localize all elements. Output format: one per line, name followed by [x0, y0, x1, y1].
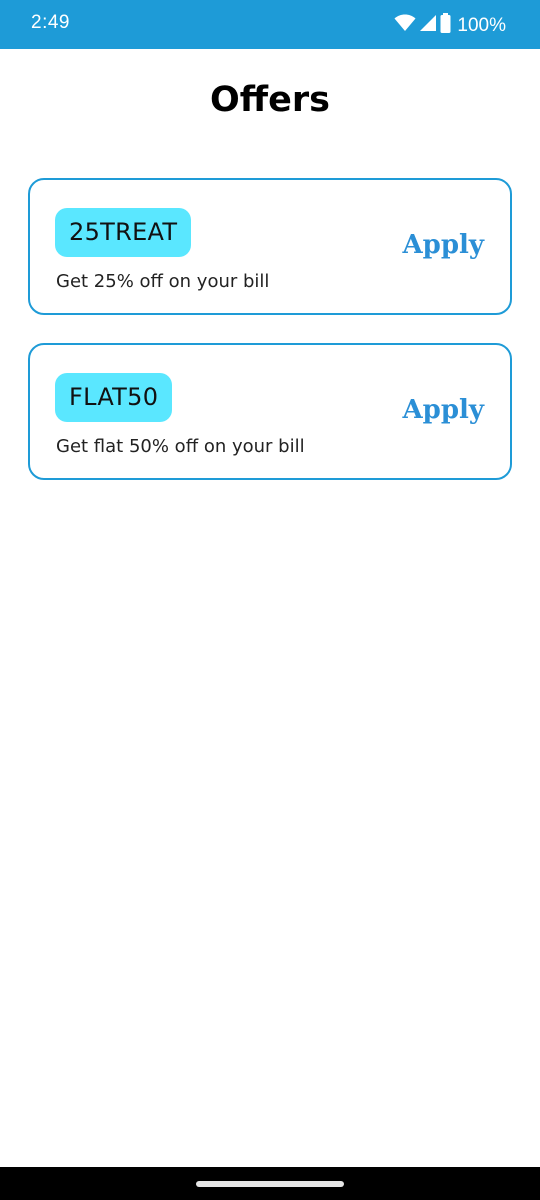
- offer-description: Get flat 50% off on your bill: [56, 436, 305, 457]
- offer-code-badge: FLAT50: [55, 373, 173, 422]
- signal-icon: [419, 14, 437, 37]
- page-title: Offers: [210, 80, 330, 120]
- battery-icon: [440, 13, 451, 38]
- offer-code-badge: 25TREAT: [55, 208, 192, 257]
- apply-button[interactable]: Apply: [402, 395, 484, 425]
- wifi-icon: [394, 14, 416, 37]
- offer-description: Get 25% off on your bill: [56, 271, 270, 292]
- status-bar: 2:49 100%: [0, 0, 540, 49]
- apply-button[interactable]: Apply: [402, 230, 484, 260]
- status-time: 2:49: [31, 12, 70, 33]
- offer-card: FLAT50 Get flat 50% off on your bill App…: [28, 343, 512, 480]
- home-indicator[interactable]: [196, 1181, 344, 1187]
- navigation-bar: [0, 1167, 540, 1200]
- offer-card: 25TREAT Get 25% off on your bill Apply: [28, 178, 512, 315]
- status-icons: 100%: [394, 13, 506, 38]
- battery-percentage: 100%: [457, 14, 506, 36]
